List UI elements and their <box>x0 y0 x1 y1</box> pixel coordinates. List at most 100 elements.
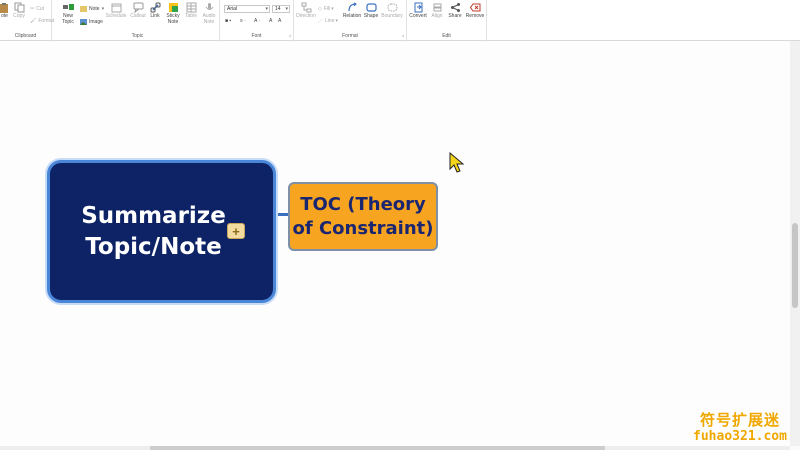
new-topic-icon <box>62 4 74 10</box>
font-align-button[interactable]: ≡ · <box>240 17 246 25</box>
subtopic-label: TOC (Theory of Constraint) <box>292 193 434 239</box>
format-painter-button[interactable]: 🖌 Format <box>30 17 54 25</box>
copy-button[interactable]: Copy <box>12 2 26 20</box>
new-topic-label-2: Topic <box>62 18 74 25</box>
font-size-select[interactable]: 14 ▾ <box>272 5 290 13</box>
vertical-scroll-thumb[interactable] <box>792 223 798 308</box>
fill-button[interactable]: ◇ Fill ▾ <box>318 5 334 13</box>
link-label: Link <box>150 13 160 19</box>
line-icon: ／ <box>318 18 324 25</box>
format-group-label: Format <box>342 33 358 39</box>
new-topic-button[interactable]: New Topic <box>58 2 78 25</box>
sticky-label-2: Note <box>167 18 179 25</box>
vertical-scrollbar[interactable] <box>790 41 800 446</box>
audio-label-2: Note <box>203 18 215 25</box>
callout-button[interactable]: Callout <box>129 2 147 20</box>
fill-label: Fill <box>323 6 331 12</box>
font-dialog-launcher-icon[interactable]: ⌟ <box>289 32 291 38</box>
schedule-button[interactable]: Schedule <box>106 2 126 20</box>
table-button[interactable]: Table <box>184 2 198 20</box>
table-label: Table <box>185 13 197 19</box>
copy-icon <box>14 2 24 13</box>
font-name-value: Arial <box>227 6 238 12</box>
line-label: Line <box>325 18 335 24</box>
share-label: Share <box>448 13 462 19</box>
horizontal-scrollbar[interactable] <box>0 446 790 450</box>
direction-icon <box>301 2 311 13</box>
font-bullets-button[interactable]: ■ ▪ <box>225 17 231 25</box>
share-button[interactable]: Share <box>447 2 463 20</box>
copy-label: Copy <box>13 13 25 19</box>
note-icon <box>80 6 87 12</box>
convert-button[interactable]: Convert <box>408 2 428 20</box>
audio-note-button[interactable]: Audio Note <box>201 2 217 25</box>
image-icon <box>80 19 87 25</box>
clipboard-group: ote Copy ✂ Cut 🖌 Format Clipboard <box>0 0 54 41</box>
subtopic-toc[interactable]: TOC (Theory of Constraint) <box>288 182 438 251</box>
microphone-icon <box>205 3 213 10</box>
fill-icon: ◇ <box>318 6 322 12</box>
edit-group-label: Edit <box>442 33 451 39</box>
relation-button[interactable]: Relation <box>342 2 362 20</box>
remove-label: Remove <box>465 13 485 19</box>
font-color-icon: A · <box>254 18 261 24</box>
shape-label: Shape <box>363 13 379 19</box>
align-button[interactable]: Align <box>429 2 445 20</box>
font-shrink-button[interactable]: A <box>278 17 281 25</box>
ribbon-toolbar: ote Copy ✂ Cut 🖌 Format Clipboard New To… <box>0 0 800 41</box>
paste-button[interactable]: ote <box>0 2 9 20</box>
mouse-cursor-icon <box>449 152 465 173</box>
table-icon <box>186 2 196 13</box>
sticky-note-button[interactable]: Sticky Note <box>164 2 182 25</box>
paste-icon <box>0 3 8 13</box>
paste-label: ote <box>1 13 8 19</box>
note-indicator-icon[interactable]: + <box>227 223 245 239</box>
relation-icon <box>347 2 357 12</box>
align-icon <box>433 3 441 12</box>
central-topic-label: Summarize Topic/Note <box>81 202 226 260</box>
shape-button[interactable]: Shape <box>363 2 379 20</box>
convert-icon <box>414 2 422 13</box>
fill-dropdown-icon: ▾ <box>331 6 334 12</box>
schedule-label: Schedule <box>105 13 127 19</box>
remove-icon <box>469 3 480 12</box>
relation-label: Relation <box>342 13 362 19</box>
line-dropdown-icon: ▾ <box>335 18 338 24</box>
topic-group: New Topic Note ▾ Image Schedule Callout … <box>56 0 220 41</box>
schedule-icon <box>111 3 121 13</box>
sticky-note-icon <box>168 3 178 12</box>
note-button[interactable]: Note ▾ <box>80 5 104 13</box>
bullets-icon: ■ ▪ <box>225 18 232 24</box>
cut-button[interactable]: ✂ Cut <box>30 5 44 13</box>
font-name-select[interactable]: Arial ▾ <box>224 5 270 13</box>
boundary-label: Boundary <box>381 13 403 19</box>
horizontal-scroll-thumb[interactable] <box>150 446 605 450</box>
clipboard-group-label: Clipboard <box>14 33 37 39</box>
font-group: Arial ▾ 14 ▾ ■ ▪ ≡ · A · A A Font ⌟ <box>220 0 294 41</box>
align-icon: ≡ · <box>240 18 246 24</box>
format-dialog-launcher-icon[interactable]: ⌟ <box>402 32 404 38</box>
format-label: Format <box>38 18 55 24</box>
format-painter-icon: 🖌 <box>30 18 37 24</box>
direction-button[interactable]: Direction <box>295 2 317 20</box>
convert-label: Convert <box>409 13 427 19</box>
link-button[interactable]: Link <box>149 2 161 20</box>
remove-button[interactable]: Remove <box>464 2 486 20</box>
direction-label: Direction <box>296 13 316 19</box>
align-label: Align <box>431 13 443 19</box>
font-size-value: 14 <box>275 6 281 12</box>
topic-group-label: Topic <box>131 33 144 39</box>
link-icon <box>150 2 160 13</box>
boundary-button[interactable]: Boundary <box>380 2 404 20</box>
note-dropdown-icon: ▾ <box>101 6 105 12</box>
image-label: Image <box>89 19 103 25</box>
font-grow-button[interactable]: A <box>269 17 272 25</box>
format-group: Direction ◇ Fill ▾ ／ Line ▾ Relation Sha… <box>294 0 407 41</box>
image-button[interactable]: Image <box>80 18 103 26</box>
font-grow-icon: A <box>269 18 273 24</box>
watermark: 符号扩展迷 fuhao321.com <box>690 412 790 445</box>
line-button[interactable]: ／ Line ▾ <box>318 17 338 25</box>
cut-label: Cut <box>36 6 44 12</box>
edit-group: Convert Align Share Remove Edit <box>407 0 487 41</box>
font-color-button[interactable]: A · <box>254 17 260 25</box>
